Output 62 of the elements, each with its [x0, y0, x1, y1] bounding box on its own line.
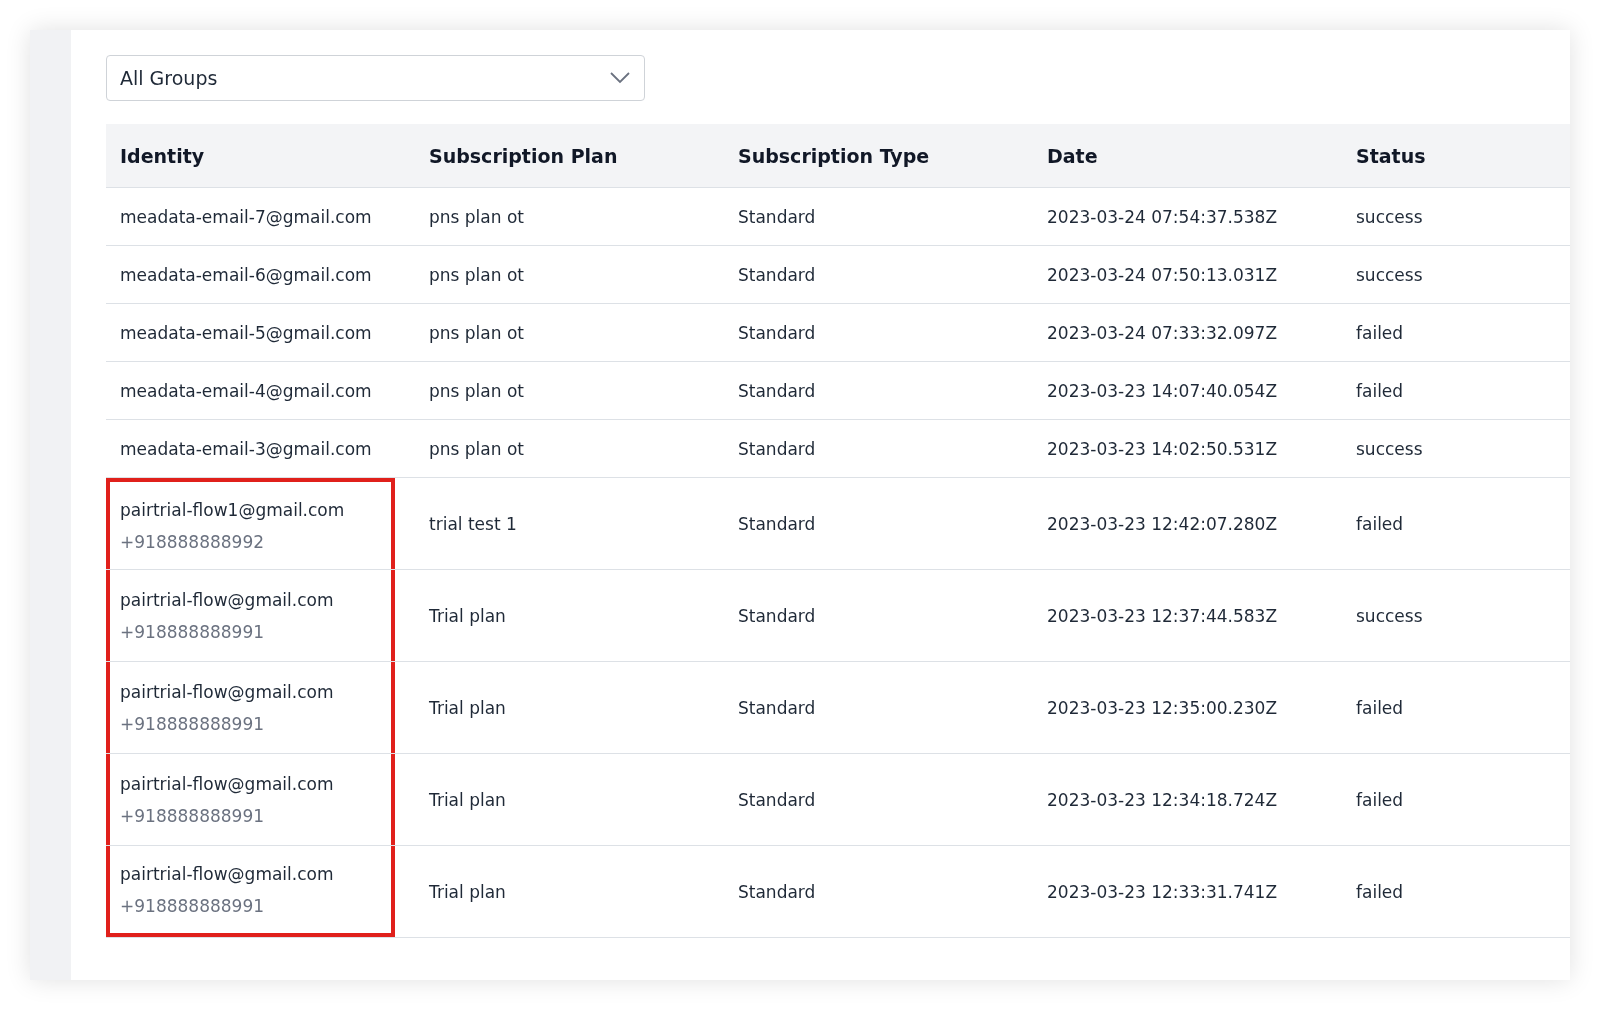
table-cell-text: Standard: [737, 604, 817, 628]
table-cell-text: Trial plan: [428, 788, 507, 812]
table-cell-text: pairtrial-flow@gmail.com: [120, 773, 335, 794]
table-cell-text: Trial plan: [428, 696, 507, 720]
table-cell-text: success: [1355, 263, 1424, 287]
table-cell-text: 2023-03-24 07:33:32.097Z: [1046, 321, 1279, 345]
table-cell-text: failed: [1355, 696, 1405, 720]
phone-number: +918888888992: [120, 531, 266, 552]
table-cell-text: meadata-email-3@gmail.com: [120, 438, 373, 459]
group-select[interactable]: All Groups: [106, 55, 645, 101]
table-cell-text: failed: [1355, 321, 1405, 345]
table-cell-text: meadata-email-5@gmail.com: [120, 322, 373, 343]
table-cell-text: success: [1355, 437, 1424, 461]
table-cell-text: pairtrial-flow1@gmail.com: [120, 499, 346, 520]
table-cell-text: trial test 1: [428, 512, 518, 536]
table-cell-text: Standard: [737, 263, 817, 287]
table-cell-text: Standard: [737, 379, 817, 403]
table-cell-text: 2023-03-24 07:50:13.031Z: [1046, 263, 1279, 287]
table-cell-text: 2023-03-23 12:37:44.583Z: [1046, 604, 1279, 628]
table-cell-text: 2023-03-23 14:02:50.531Z: [1046, 437, 1279, 461]
table-cell-text: Trial plan: [428, 604, 507, 628]
phone-number: +918888888991: [120, 621, 266, 642]
table-cell-text: failed: [1355, 788, 1405, 812]
table-cell-text: Standard: [737, 205, 817, 229]
table-cell-text: Standard: [737, 321, 817, 345]
table-cell-text: pairtrial-flow@gmail.com: [120, 589, 335, 610]
phone-number: +918888888991: [120, 805, 266, 826]
table-cell-text: failed: [1355, 379, 1405, 403]
table-cell-text: failed: [1355, 880, 1405, 904]
column-header: Identity: [119, 143, 206, 169]
table-cell-text: 2023-03-23 12:42:07.280Z: [1046, 512, 1279, 536]
table-cell-text: pns plan ot: [428, 205, 525, 229]
column-header: Subscription Plan: [428, 143, 619, 169]
table-cell-text: Standard: [737, 437, 817, 461]
chevron-down-icon: [610, 72, 630, 84]
column-header: Status: [1355, 143, 1427, 169]
table-cell-text: meadata-email-7@gmail.com: [120, 206, 373, 227]
table-cell-text: pns plan ot: [428, 379, 525, 403]
table-cell-text: success: [1355, 604, 1424, 628]
table-cell-text: 2023-03-23 12:33:31.741Z: [1046, 880, 1279, 904]
table-cell-text: 2023-03-24 07:54:37.538Z: [1046, 205, 1279, 229]
table-cell-text: pns plan ot: [428, 321, 525, 345]
table-cell-text: Standard: [737, 880, 817, 904]
table-cell-text: Standard: [737, 788, 817, 812]
table-cell-text: Standard: [737, 696, 817, 720]
table-cell-text: 2023-03-23 12:34:18.724Z: [1046, 788, 1279, 812]
table-cell-text: pns plan ot: [428, 437, 525, 461]
table-cell-text: 2023-03-23 12:35:00.230Z: [1046, 696, 1279, 720]
table-cell-text: Standard: [737, 512, 817, 536]
column-header: Subscription Type: [737, 143, 931, 169]
column-header: Date: [1046, 143, 1099, 169]
table-cell-text: Trial plan: [428, 880, 507, 904]
table-cell-text: pns plan ot: [428, 263, 525, 287]
phone-number: +918888888991: [120, 895, 266, 916]
table-cell-text: pairtrial-flow@gmail.com: [120, 681, 335, 702]
table-cell-text: success: [1355, 205, 1424, 229]
table-cell-text: meadata-email-4@gmail.com: [120, 380, 373, 401]
table-cell-text: failed: [1355, 512, 1405, 536]
table-cell-text: 2023-03-23 14:07:40.054Z: [1046, 379, 1279, 403]
table-cell-text: pairtrial-flow@gmail.com: [120, 863, 335, 884]
table-cell-text: meadata-email-6@gmail.com: [120, 264, 373, 285]
phone-number: +918888888991: [120, 713, 266, 734]
